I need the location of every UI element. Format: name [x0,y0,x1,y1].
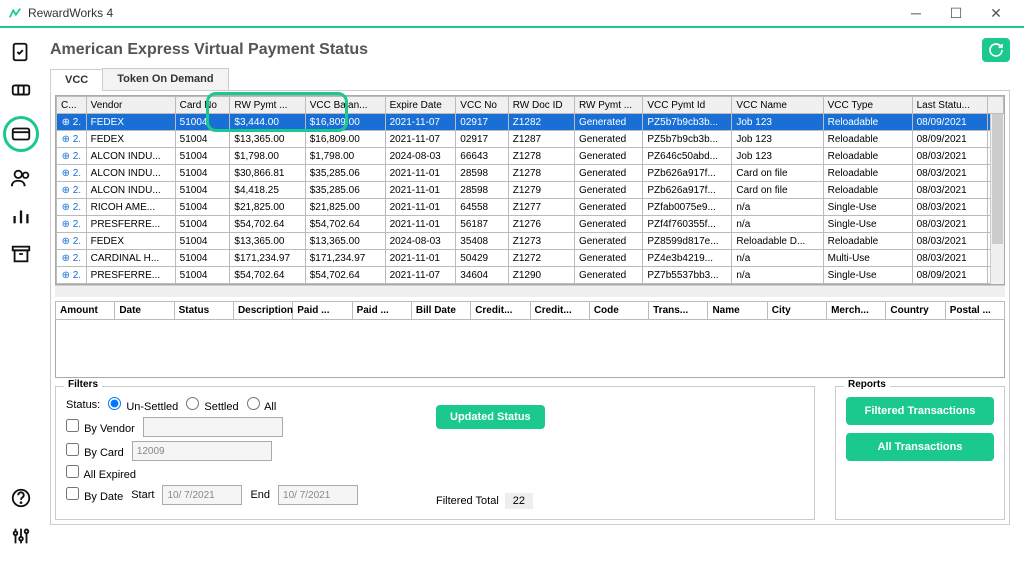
detail-column-header[interactable]: Merch... [827,302,886,320]
updated-status-button[interactable]: Updated Status [436,405,545,429]
reports-legend: Reports [844,379,890,390]
table-row[interactable]: ⊕ 2.FEDEX51004$3,444.00$16,809.002021-11… [57,114,1004,131]
sidebar-help-icon[interactable] [9,486,33,510]
page-title: American Express Virtual Payment Status [50,41,368,59]
link-icon[interactable]: ⊕ 2. [57,182,87,199]
status-label: Status: [66,399,100,411]
sidebar-card-icon[interactable] [3,116,39,152]
column-header[interactable]: Card No [175,97,230,114]
column-header[interactable]: VCC Pymt Id [643,97,732,114]
all-transactions-button[interactable]: All Transactions [846,433,994,461]
filters-legend: Filters [64,379,102,390]
tab-vcc[interactable]: VCC [50,69,103,91]
table-row[interactable]: ⊕ 2.FEDEX51004$13,365.00$13,365.002024-0… [57,233,1004,250]
filtered-total-label: Filtered Total [436,495,499,507]
detail-grid-header: AmountDateStatusDescriptionPaid ...Paid … [55,301,1005,320]
column-header[interactable]: VCC Type [823,97,912,114]
column-header[interactable]: RW Pymt ... [574,97,642,114]
link-icon[interactable]: ⊕ 2. [57,267,87,284]
table-row[interactable]: ⊕ 2.ALCON INDU...51004$1,798.00$1,798.00… [57,148,1004,165]
table-row[interactable]: ⊕ 2.RICOH AME...51004$21,825.00$21,825.0… [57,199,1004,216]
app-logo-icon [8,6,22,20]
detail-column-header[interactable]: Status [174,302,233,320]
main-grid[interactable]: C...VendorCard NoRW Pymt ...VCC Balan...… [55,95,1005,285]
check-by-vendor[interactable]: By Vendor [66,419,135,435]
radio-unsettled[interactable]: Un-Settled [108,397,178,413]
detail-column-header[interactable]: Paid ... [352,302,411,320]
detail-column-header[interactable]: Code [589,302,648,320]
start-label: Start [131,489,154,501]
detail-column-header[interactable]: Country [886,302,945,320]
refresh-button[interactable] [982,38,1010,62]
table-row[interactable]: ⊕ 2.PRESFERRE...51004$54,702.64$54,702.6… [57,216,1004,233]
link-icon[interactable]: ⊕ 2. [57,131,87,148]
filtered-transactions-button[interactable]: Filtered Transactions [846,397,994,425]
column-header[interactable]: Expire Date [385,97,456,114]
column-header[interactable]: VCC No [456,97,508,114]
column-header[interactable]: Vendor [86,97,175,114]
column-header[interactable]: Last Statu... [912,97,987,114]
link-icon[interactable]: ⊕ 2. [57,199,87,216]
link-icon[interactable]: ⊕ 2. [57,148,87,165]
end-date[interactable]: 10/ 7/2021 [278,485,358,505]
table-row[interactable]: ⊕ 2.ALCON INDU...51004$30,866.81$35,285.… [57,165,1004,182]
sidebar-chart-icon[interactable] [9,204,33,228]
detail-grid-body [55,320,1005,378]
detail-column-header[interactable]: Description [233,302,292,320]
column-header[interactable]: RW Pymt ... [230,97,305,114]
grid-hscrollbar[interactable] [55,285,1005,297]
main-content: American Express Virtual Payment Status … [42,28,1018,566]
sidebar-users-icon[interactable] [9,166,33,190]
radio-settled[interactable]: Settled [186,397,238,413]
end-label: End [250,489,270,501]
app-title: RewardWorks 4 [28,6,896,20]
detail-column-header[interactable]: Trans... [649,302,708,320]
link-icon[interactable]: ⊕ 2. [57,216,87,233]
filtered-total-value: 22 [505,493,533,509]
radio-all[interactable]: All [247,397,277,413]
link-icon[interactable]: ⊕ 2. [57,114,87,131]
table-row[interactable]: ⊕ 2.ALCON INDU...51004$4,418.25$35,285.0… [57,182,1004,199]
start-date[interactable]: 10/ 7/2021 [162,485,242,505]
vendor-combo[interactable] [143,417,283,437]
detail-column-header[interactable]: Amount [56,302,115,320]
table-row[interactable]: ⊕ 2.PRESFERRE...51004$54,702.64$54,702.6… [57,267,1004,284]
tab-token-on-demand[interactable]: Token On Demand [102,68,228,90]
detail-column-header[interactable]: Credit... [471,302,530,320]
link-icon[interactable]: ⊕ 2. [57,250,87,267]
reports-panel: Reports Filtered Transactions All Transa… [835,386,1005,520]
link-icon[interactable]: ⊕ 2. [57,165,87,182]
link-icon[interactable]: ⊕ 2. [57,233,87,250]
table-row[interactable]: ⊕ 2.FEDEX51004$13,365.00$16,809.002021-1… [57,131,1004,148]
detail-column-header[interactable]: Bill Date [411,302,470,320]
detail-column-header[interactable]: Postal ... [945,302,1004,320]
check-all-expired[interactable]: All Expired [66,465,136,481]
sidebar-tags-icon[interactable] [9,78,33,102]
maximize-button[interactable]: ☐ [936,1,976,25]
detail-column-header[interactable]: City [767,302,826,320]
check-by-date[interactable]: By Date [66,487,123,503]
grid-scrollbar[interactable] [990,114,1004,284]
filters-panel: Filters Status: Un-Settled Settled All B… [55,386,815,520]
column-header[interactable]: RW Doc ID [508,97,574,114]
column-header[interactable]: C... [57,97,87,114]
close-button[interactable]: ✕ [976,1,1016,25]
minimize-button[interactable]: ─ [896,1,936,25]
detail-column-header[interactable]: Date [115,302,174,320]
sidebar-settings-icon[interactable] [9,524,33,548]
column-header[interactable]: VCC Name [732,97,823,114]
detail-column-header[interactable]: Paid ... [293,302,352,320]
sidebar [0,28,42,572]
table-row[interactable]: ⊕ 2.CARDINAL H...51004$171,234.97$171,23… [57,250,1004,267]
detail-column-header[interactable]: Credit... [530,302,589,320]
tabs: VCC Token On Demand [50,68,1010,91]
sidebar-doc-check-icon[interactable] [9,40,33,64]
column-header[interactable]: VCC Balan... [305,97,385,114]
card-combo[interactable]: 12009 [132,441,272,461]
detail-column-header[interactable]: Name [708,302,767,320]
titlebar: RewardWorks 4 ─ ☐ ✕ [0,0,1024,28]
sidebar-archive-icon[interactable] [9,242,33,266]
check-by-card[interactable]: By Card [66,443,124,459]
